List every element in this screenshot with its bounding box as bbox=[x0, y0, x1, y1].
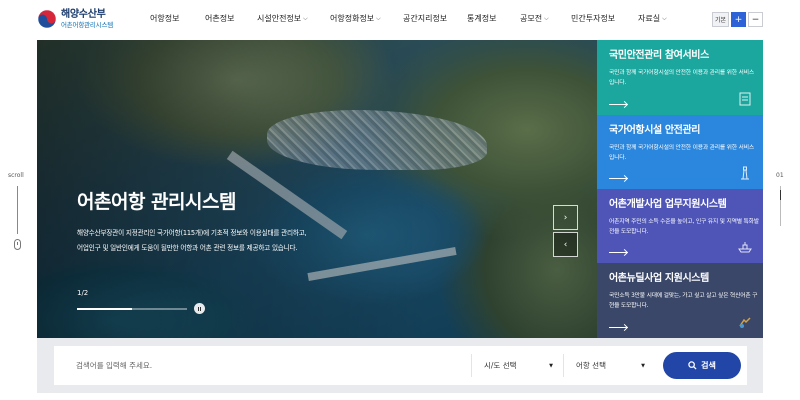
nav-village-info[interactable]: 어촌정보 bbox=[205, 13, 257, 24]
next-slide-button[interactable]: › bbox=[553, 205, 578, 230]
slide-counter: 1/2 bbox=[77, 289, 89, 297]
port-select-label: 어항 선택 bbox=[576, 361, 606, 370]
nav-label: 시설안전정보 bbox=[257, 14, 302, 23]
hands-icon bbox=[739, 317, 751, 328]
chevron-left-icon: ‹ bbox=[563, 239, 568, 250]
nav-private-investment[interactable]: 민간투자정보 bbox=[571, 13, 638, 24]
nav-label: 통계정보 bbox=[467, 14, 497, 23]
nav-port-info[interactable]: 어항정보 bbox=[150, 13, 205, 24]
search-bar: 시/도 선택 ▼ 어항 선택 ▼ 검색 bbox=[37, 338, 763, 393]
chevron-down-icon: ⌵ bbox=[376, 14, 381, 22]
mouse-icon bbox=[14, 239, 21, 250]
arrow-right-icon bbox=[609, 327, 627, 328]
nav-facility-safety[interactable]: 시설안전정보 ⌵ bbox=[257, 13, 330, 24]
nav-label: 어촌정보 bbox=[205, 14, 235, 23]
search-button-label: 검색 bbox=[701, 361, 716, 370]
hero-slider: 어촌어항 관리시스템 해양수산부장관이 지정관리인 국가어항(115개)에 기초… bbox=[37, 40, 597, 338]
aerial-village-image bbox=[267, 110, 487, 170]
logo-ministry: 해양수산부 bbox=[61, 8, 106, 20]
panel-description: 국민과 함께 국가어항시설의 안전한 이용과 관리를 위한 서비스 입니다. bbox=[609, 70, 754, 86]
section-indicator-active bbox=[780, 190, 781, 200]
font-decrease-button[interactable]: − bbox=[748, 12, 763, 27]
nav-label: 민간투자정보 bbox=[571, 14, 616, 23]
arrow-right-icon bbox=[609, 178, 627, 179]
slide-progress bbox=[77, 308, 187, 310]
panel-description: 국민과 함께 국가어항시설의 안전한 이용과 관리를 위한 서비스 입니다. bbox=[609, 145, 754, 161]
panel-title: 국가어항시설 안전관리 bbox=[609, 125, 701, 136]
logo[interactable]: 해양수산부 어촌어항관리시스템 bbox=[37, 9, 113, 29]
taegeuk-logo-icon bbox=[37, 9, 57, 29]
panel-title: 국민안전관리 참여서비스 bbox=[609, 50, 709, 61]
hero-title: 어촌어항 관리시스템 bbox=[77, 191, 236, 213]
nav-contest[interactable]: 공모전 ⌵ bbox=[520, 13, 571, 24]
main-nav: 어항정보 어촌정보 시설안전정보 ⌵ 어항정화정보 ⌵ 공간지리정보 통계정보 공모… bbox=[150, 13, 683, 24]
pause-button[interactable] bbox=[194, 303, 205, 314]
slide-progress-fill bbox=[77, 308, 132, 310]
search-button[interactable]: 검색 bbox=[663, 352, 741, 379]
nav-spatial-geo[interactable]: 공간지리정보 bbox=[403, 13, 467, 24]
search-input[interactable] bbox=[54, 346, 471, 385]
scroll-line bbox=[17, 186, 18, 234]
header: 해양수산부 어촌어항관리시스템 어항정보 어촌정보 시설안전정보 ⌵ 어항정화정보… bbox=[0, 0, 800, 40]
page: 해양수산부 어촌어항관리시스템 어항정보 어촌정보 시설안전정보 ⌵ 어항정화정보… bbox=[0, 0, 800, 400]
caret-down-icon: ▼ bbox=[641, 362, 645, 369]
nav-label: 어항정보 bbox=[150, 14, 180, 23]
sido-select[interactable]: 시/도 선택 ▼ bbox=[471, 354, 563, 377]
panel-title: 어촌개발사업 업무지원시스템 bbox=[609, 199, 727, 210]
nav-archive[interactable]: 자료실 ⌵ bbox=[638, 13, 683, 24]
arrow-right-icon bbox=[609, 252, 627, 253]
logo-system-name: 어촌어항관리시스템 bbox=[61, 20, 114, 29]
panel-title: 어촌뉴딜사업 지원시스템 bbox=[609, 273, 709, 284]
lighthouse-icon bbox=[741, 166, 749, 180]
nav-label: 공모전 bbox=[520, 14, 543, 23]
font-default-button[interactable]: 기본 bbox=[712, 12, 729, 27]
chevron-right-icon: › bbox=[563, 212, 568, 223]
nav-port-cleanup[interactable]: 어항정화정보 ⌵ bbox=[330, 13, 403, 24]
panel-village-development[interactable]: 어촌개발사업 업무지원시스템 어촌지역 주민의 소득 수준을 높이고, 인구 유… bbox=[597, 189, 763, 263]
panel-port-safety[interactable]: 국가어항시설 안전관리 국민과 함께 국가어항시설의 안전한 이용과 관리를 위… bbox=[597, 115, 763, 189]
arrow-right-icon bbox=[609, 104, 627, 105]
search-icon bbox=[688, 361, 697, 370]
nav-label: 어항정화정보 bbox=[330, 14, 375, 23]
sido-select-label: 시/도 선택 bbox=[484, 361, 517, 370]
panel-description: 국민소득 3만불 시대에 걸맞는, 가고 싶고 살고 싶은 혁신어촌 구현을 도… bbox=[609, 293, 758, 309]
panel-description: 어촌지역 주민의 소득 수준을 높이고, 인구 유지 및 지역별 특화발전을 도… bbox=[609, 219, 759, 235]
chevron-down-icon: ⌵ bbox=[662, 14, 667, 22]
font-increase-button[interactable]: + bbox=[731, 12, 746, 27]
caret-down-icon: ▼ bbox=[549, 362, 553, 369]
nav-label: 공간지리정보 bbox=[403, 14, 448, 23]
panel-new-deal[interactable]: 어촌뉴딜사업 지원시스템 국민소득 3만불 시대에 걸맞는, 가고 싶고 살고 … bbox=[597, 263, 763, 338]
ship-icon bbox=[738, 242, 752, 253]
hero-description: 해양수산부장관이 지정관리인 국가어항(115개)에 기초적 정보와 이용실태를… bbox=[77, 229, 307, 252]
chevron-down-icon: ⌵ bbox=[544, 14, 549, 22]
chevron-down-icon: ⌵ bbox=[303, 14, 308, 22]
search-box: 시/도 선택 ▼ 어항 선택 ▼ 검색 bbox=[54, 346, 747, 385]
scroll-label: scroll bbox=[8, 172, 24, 179]
port-select[interactable]: 어항 선택 ▼ bbox=[563, 354, 655, 377]
nav-statistics[interactable]: 통계정보 bbox=[467, 13, 520, 24]
section-number: 01 bbox=[776, 172, 784, 179]
document-icon bbox=[739, 92, 751, 106]
prev-slide-button[interactable]: ‹ bbox=[553, 232, 578, 257]
breakwater-image bbox=[307, 247, 457, 281]
nav-label: 자료실 bbox=[638, 14, 661, 23]
font-size-controls: 기본 + − bbox=[712, 12, 763, 27]
panel-citizen-safety[interactable]: 국민안전관리 참여서비스 국민과 함께 국가어항시설의 안전한 이용과 관리를 … bbox=[597, 40, 763, 115]
